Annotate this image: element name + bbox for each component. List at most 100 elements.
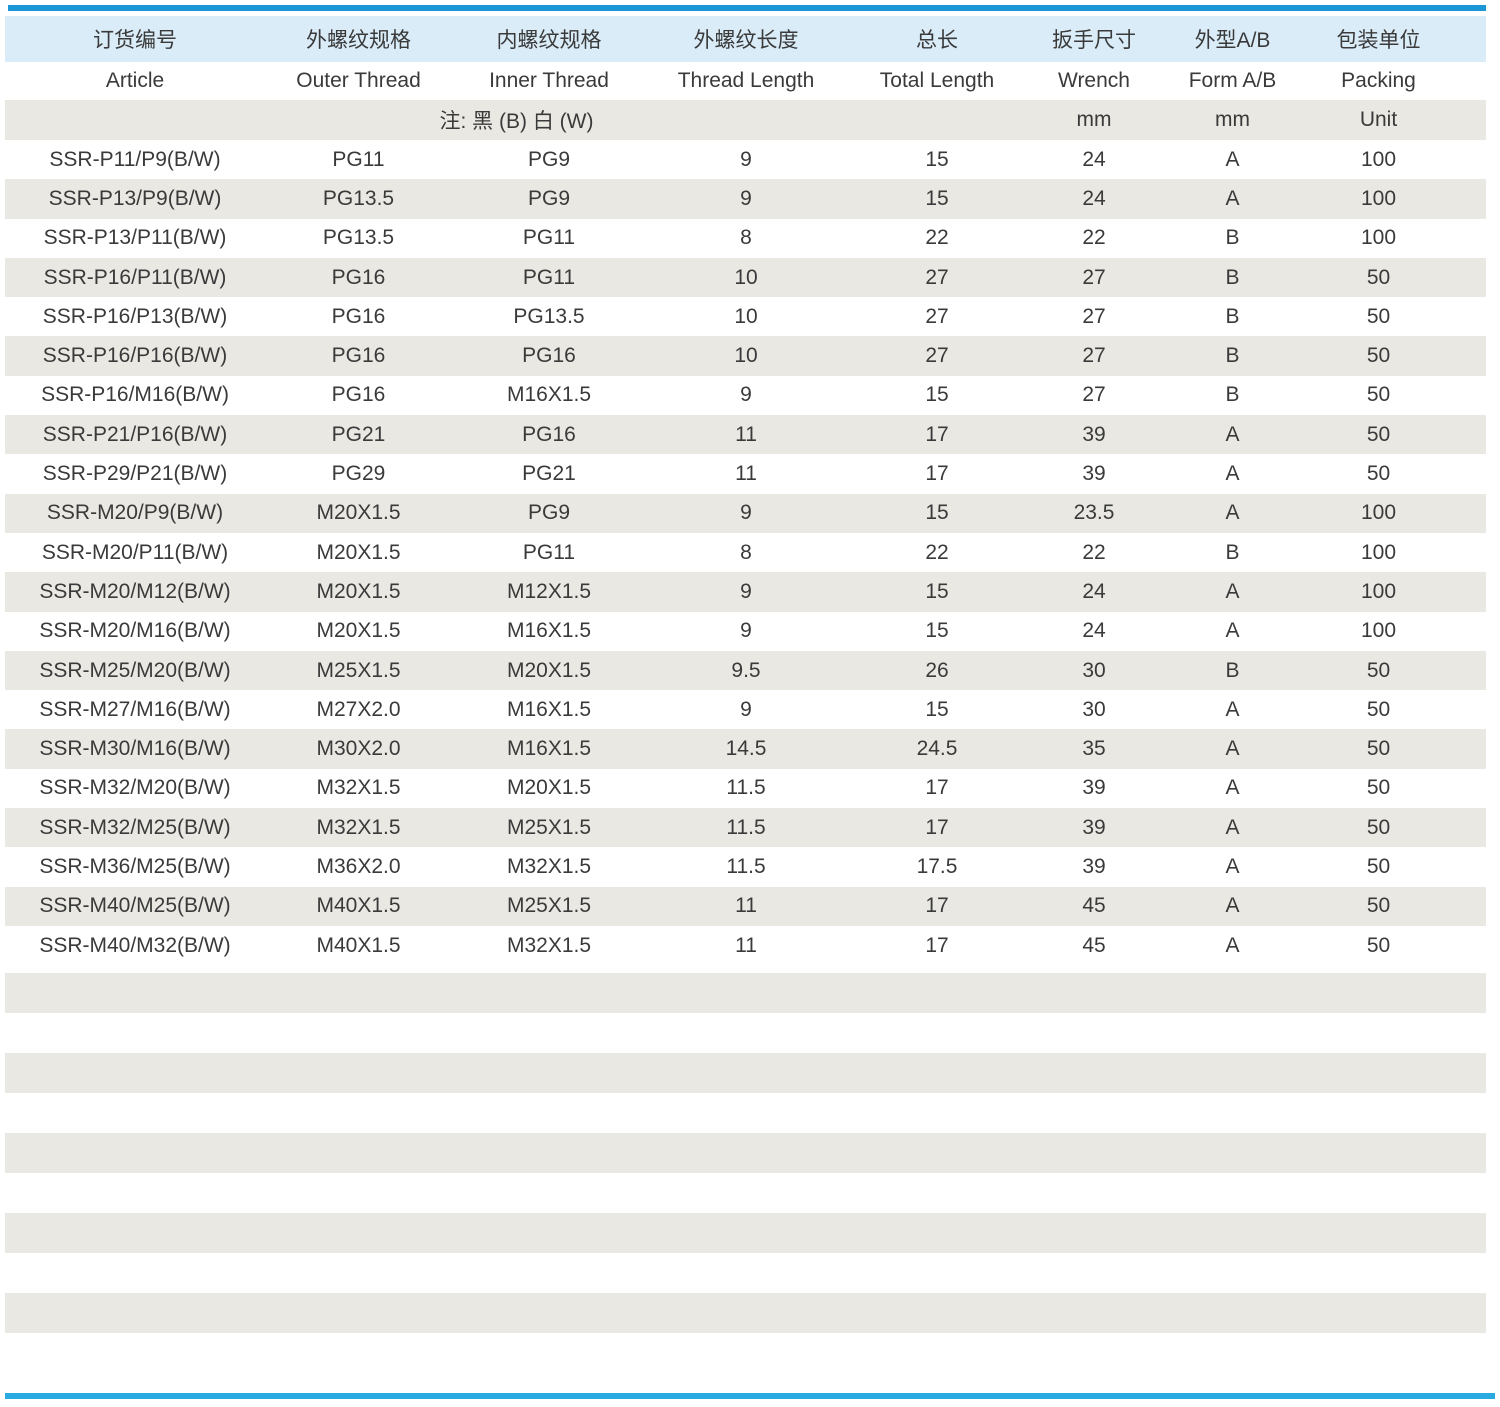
article-cell: SSR-P13/P9(B/W) [5,179,265,218]
spacer-cell [5,965,1486,973]
filler-cell [1452,62,1486,100]
col-form-zh: 外型A/B [1160,16,1305,62]
empty-cell [5,1213,1486,1253]
empty-cell [5,973,1486,1013]
article-cell: SSR-M20/M12(B/W) [5,572,265,611]
inner-thread-cell: PG9 [452,179,646,218]
article-cell: SSR-M20/P11(B/W) [5,533,265,572]
inner-thread-cell: M16X1.5 [452,612,646,651]
empty-row [5,1293,1486,1333]
inner-thread-cell: PG11 [452,219,646,258]
inner-thread-cell: PG11 [452,533,646,572]
filler-cell [1452,179,1486,218]
form-cell: B [1160,219,1305,258]
article-cell: SSR-M27/M16(B/W) [5,690,265,729]
article-cell: SSR-M32/M25(B/W) [5,808,265,847]
article-cell: SSR-P21/P16(B/W) [5,415,265,454]
empty-cell [5,1013,1486,1053]
inner-thread-cell: M32X1.5 [452,847,646,886]
thread-length-cell: 9 [646,612,846,651]
thread-length-cell: 9 [646,690,846,729]
total-length-cell: 27 [846,258,1028,297]
article-cell: SSR-M36/M25(B/W) [5,847,265,886]
wrench-cell: 24 [1028,179,1160,218]
outer-thread-cell: M20X1.5 [265,572,452,611]
thread-length-cell: 10 [646,297,846,336]
col-thread-length-en: Thread Length [646,62,846,100]
col-article-zh: 订货编号 [5,16,265,62]
form-cell: B [1160,651,1305,690]
table-row: SSR-M30/M16(B/W) M30X2.0 M16X1.5 14.5 24… [5,729,1486,768]
total-length-cell: 24.5 [846,729,1028,768]
top-accent-rule [8,5,1486,11]
wrench-cell: 45 [1028,887,1160,926]
article-cell: SSR-P16/P11(B/W) [5,258,265,297]
packing-cell: 100 [1305,179,1452,218]
inner-thread-cell: M16X1.5 [452,729,646,768]
packing-cell: 50 [1305,690,1452,729]
table-row: SSR-P13/P11(B/W) PG13.5 PG11 8 22 22 B 1… [5,219,1486,258]
form-cell: B [1160,297,1305,336]
thread-length-cell: 11.5 [646,808,846,847]
col-total-length-zh: 总长 [846,16,1028,62]
table-row: SSR-M32/M25(B/W) M32X1.5 M25X1.5 11.5 17… [5,808,1486,847]
total-length-cell: 17 [846,454,1028,493]
thread-length-cell: 11.5 [646,769,846,808]
inner-thread-cell: M25X1.5 [452,887,646,926]
packing-cell: 50 [1305,651,1452,690]
table-row: SSR-P13/P9(B/W) PG13.5 PG9 9 15 24 A 100 [5,179,1486,218]
inner-thread-cell: M20X1.5 [452,769,646,808]
total-length-cell: 17 [846,887,1028,926]
form-cell: A [1160,847,1305,886]
wrench-cell: 27 [1028,336,1160,375]
outer-thread-cell: PG21 [265,415,452,454]
total-length-cell: 22 [846,219,1028,258]
inner-thread-cell: PG11 [452,258,646,297]
wrench-cell: 22 [1028,533,1160,572]
form-cell: B [1160,533,1305,572]
total-length-cell: 17.5 [846,847,1028,886]
total-length-cell: 15 [846,494,1028,533]
article-cell: SSR-P16/P16(B/W) [5,336,265,375]
outer-thread-cell: M32X1.5 [265,769,452,808]
inner-thread-cell: M16X1.5 [452,376,646,415]
empty-cell [5,1253,1486,1293]
article-cell: SSR-M40/M25(B/W) [5,887,265,926]
packing-cell: 50 [1305,887,1452,926]
wrench-cell: 39 [1028,415,1160,454]
table-row: SSR-P16/M16(B/W) PG16 M16X1.5 9 15 27 B … [5,376,1486,415]
catalog-table: 订货编号 外螺纹规格 内螺纹规格 外螺纹长度 总长 扳手尺寸 外型A/B 包装单… [5,16,1486,1333]
article-cell: SSR-M32/M20(B/W) [5,769,265,808]
wrench-cell: 30 [1028,651,1160,690]
article-cell: SSR-M20/M16(B/W) [5,612,265,651]
packing-cell: 100 [1305,572,1452,611]
wrench-cell: 23.5 [1028,494,1160,533]
filler-cell [1452,690,1486,729]
form-cell: A [1160,729,1305,768]
total-length-cell: 27 [846,297,1028,336]
table-row: SSR-M32/M20(B/W) M32X1.5 M20X1.5 11.5 17… [5,769,1486,808]
total-length-cell: 17 [846,808,1028,847]
col-thread-length-zh: 外螺纹长度 [646,16,846,62]
filler-cell [1452,572,1486,611]
wrench-cell: 24 [1028,140,1160,179]
thread-length-cell: 9 [646,572,846,611]
wrench-cell: 24 [1028,572,1160,611]
col-inner-thread-en: Inner Thread [452,62,646,100]
filler-cell [1452,926,1486,965]
article-cell: SSR-P16/M16(B/W) [5,376,265,415]
article-cell: SSR-M20/P9(B/W) [5,494,265,533]
note-unit-row: 注: 黑 (B) 白 (W) mm mm Unit [5,100,1486,140]
packing-cell: 50 [1305,847,1452,886]
filler-cell [1452,376,1486,415]
packing-unit: Unit [1305,100,1452,140]
filler-cell [1452,533,1486,572]
table-row: SSR-M36/M25(B/W) M36X2.0 M32X1.5 11.5 17… [5,847,1486,886]
wrench-cell: 27 [1028,376,1160,415]
col-outer-thread-en: Outer Thread [265,62,452,100]
empty-row [5,973,1486,1013]
header-row-zh: 订货编号 外螺纹规格 内螺纹规格 外螺纹长度 总长 扳手尺寸 外型A/B 包装单… [5,16,1486,62]
form-cell: B [1160,336,1305,375]
filler-cell [1452,140,1486,179]
packing-cell: 50 [1305,258,1452,297]
